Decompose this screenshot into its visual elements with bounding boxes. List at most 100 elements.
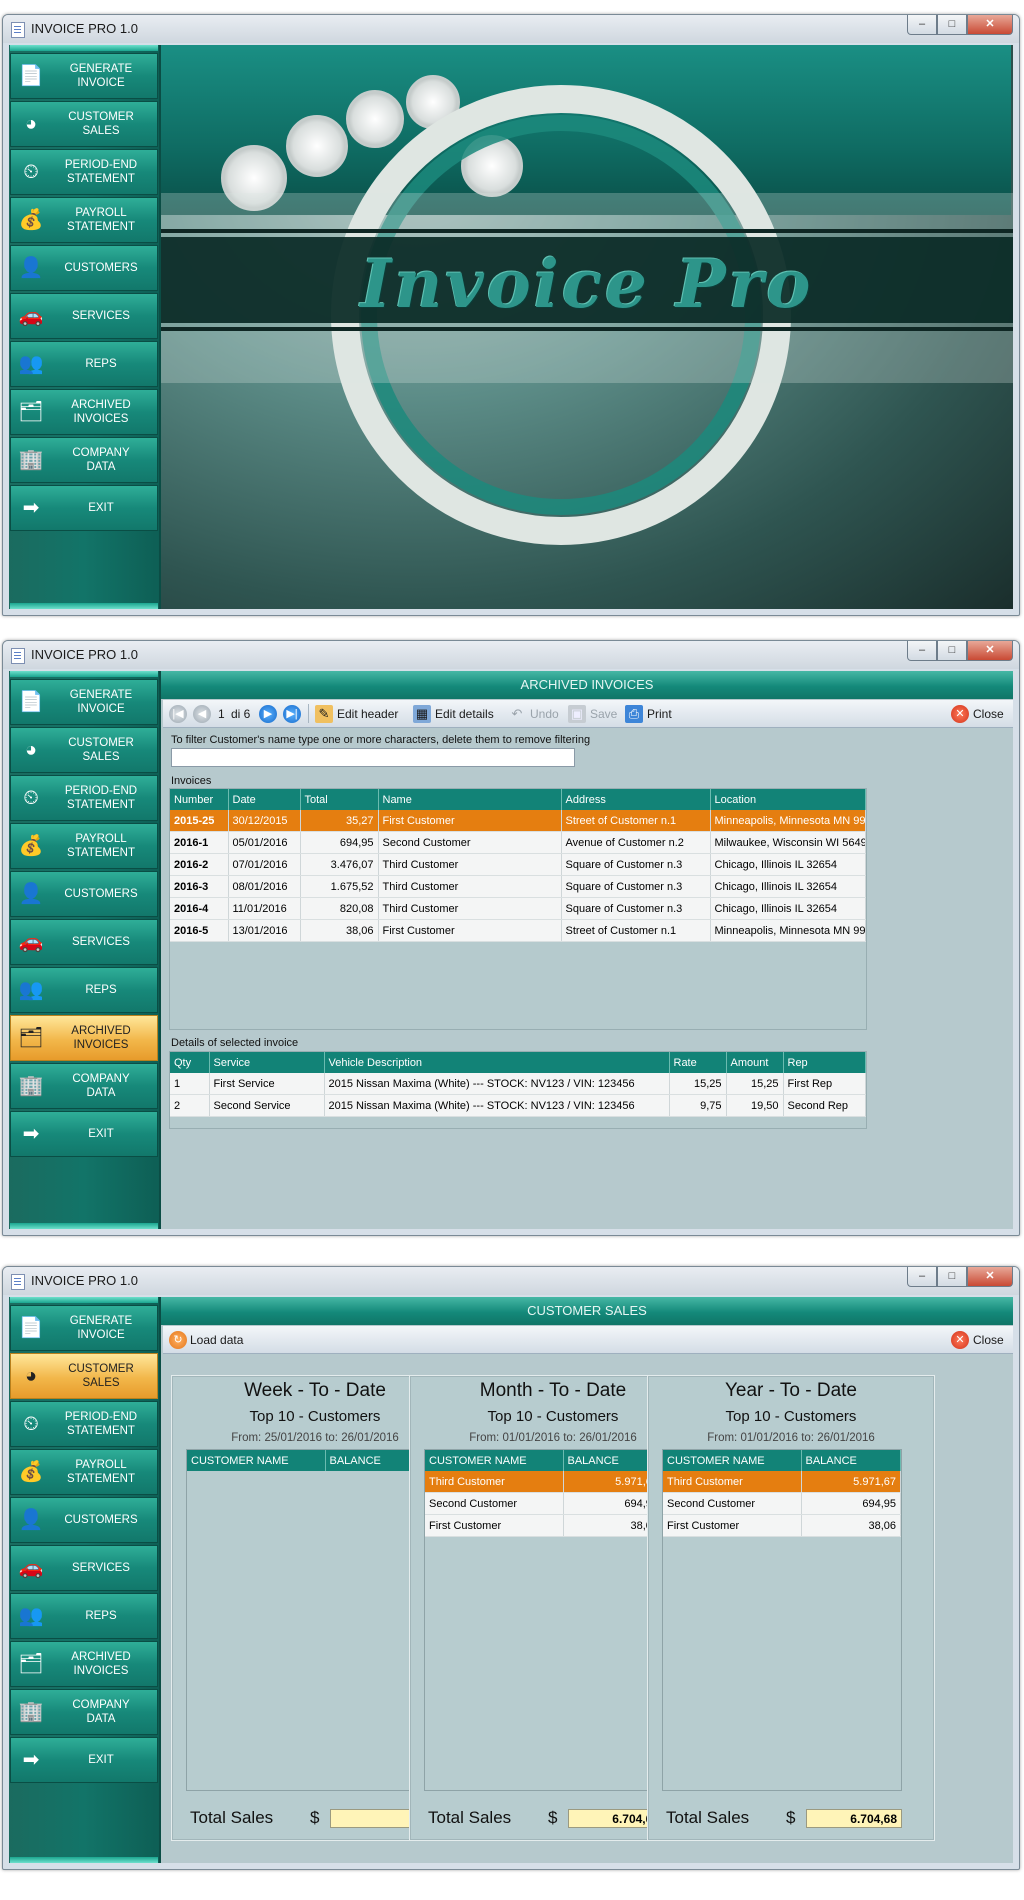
column-header[interactable]: Rate: [669, 1052, 727, 1073]
column-header[interactable]: Location: [710, 789, 866, 810]
to-date: 26/01/2016: [817, 1432, 875, 1444]
sidebar-item-reps[interactable]: 👥 REPS: [10, 1593, 158, 1639]
sidebar-item-period-end-statement[interactable]: ⏲ PERIOD-END STATEMENT: [10, 149, 158, 195]
column-header[interactable]: CUSTOMER NAME: [663, 1450, 802, 1471]
maximize-button[interactable]: □: [937, 15, 967, 35]
minimize-button[interactable]: –: [907, 1267, 937, 1287]
sidebar-item-generate-invoice[interactable]: 📄 GENERATE INVOICE: [10, 1305, 158, 1351]
sidebar-item-reps[interactable]: 👥 REPS: [10, 341, 158, 387]
next-record-icon[interactable]: ▶: [259, 704, 277, 723]
customer-filter-input[interactable]: [171, 748, 575, 767]
sidebar-item-payroll-statement[interactable]: 💰 PAYROLL STATEMENT: [10, 197, 158, 243]
column-header[interactable]: CUSTOMER NAME: [187, 1450, 326, 1471]
cell-location: Milwaukee, Wisconsin WI 56498: [710, 831, 866, 854]
sidebar-item-services[interactable]: 🚗 SERVICES: [10, 919, 158, 965]
column-header[interactable]: Total: [300, 789, 379, 810]
sidebar-item-services[interactable]: 🚗 SERVICES: [10, 1545, 158, 1591]
table-row[interactable]: Third Customer 5.971,67: [663, 1471, 901, 1493]
sidebar-item-payroll-statement[interactable]: 💰 PAYROLL STATEMENT: [10, 823, 158, 869]
sidebar-item-label: GENERATE INVOICE: [69, 63, 133, 89]
sidebar-item-company-data[interactable]: 🏢 COMPANY DATA: [10, 437, 158, 483]
column-header[interactable]: Number: [170, 789, 229, 810]
close-window-button[interactable]: ✕: [967, 641, 1013, 661]
archive-icon: 🗂: [18, 1653, 44, 1675]
logo-band-line: [161, 327, 1013, 331]
window-customer-sales: INVOICE PRO 1.0 – □ ✕ 📄 GENERATE INVOICE ◕…: [2, 1266, 1020, 1870]
sidebar-item-customer-sales[interactable]: ◕ CUSTOMER SALES: [10, 101, 158, 147]
sidebar-item-generate-invoice[interactable]: 📄 GENERATE INVOICE: [10, 679, 158, 725]
undo-button[interactable]: ↶ Undo: [508, 704, 559, 723]
sidebar-item-customers[interactable]: 👤 CUSTOMERS: [10, 245, 158, 291]
sidebar-item-customers[interactable]: 👤 CUSTOMERS: [10, 1497, 158, 1543]
sidebar-item-customer-sales[interactable]: ◕ CUSTOMER SALES: [10, 1353, 158, 1399]
close-view-button[interactable]: ✕ Close: [951, 1330, 1004, 1349]
sidebar-item-period-end-statement[interactable]: ⏲ PERIOD-END STATEMENT: [10, 775, 158, 821]
cell-customer-name: Second Customer: [425, 1492, 564, 1515]
sidebar-item-services[interactable]: 🚗 SERVICES: [10, 293, 158, 339]
table-row[interactable]: Third Customer 5.971,67: [425, 1471, 663, 1493]
table-row[interactable]: 2016-3 08/01/2016 1.675,52 Third Customer Sq…: [170, 875, 866, 898]
sidebar-item-customer-sales[interactable]: ◕ CUSTOMER SALES: [10, 727, 158, 773]
print-button[interactable]: ⎙ Print: [625, 704, 672, 723]
last-record-icon[interactable]: ▶|: [283, 704, 301, 723]
edit-details-button[interactable]: ▦ Edit details: [413, 704, 494, 723]
sidebar-item-company-data[interactable]: 🏢 COMPANY DATA: [10, 1689, 158, 1735]
maximize-button[interactable]: □: [937, 1267, 967, 1287]
archive-icon: 🗂: [18, 1027, 44, 1049]
invoice-icon: 📄: [18, 65, 44, 87]
table-row[interactable]: 2016-4 11/01/2016 820,08 Third Customer Squa…: [170, 897, 866, 920]
sidebar-item-payroll-statement[interactable]: 💰 PAYROLL STATEMENT: [10, 1449, 158, 1495]
table-row[interactable]: 2015-25 30/12/2015 35,27 First Customer Stre…: [170, 810, 866, 832]
title-bar: INVOICE PRO 1.0 – □ ✕: [3, 1267, 1019, 1295]
column-header[interactable]: Date: [228, 789, 301, 810]
maximize-button[interactable]: □: [937, 641, 967, 661]
table-row[interactable]: 1 First Service 2015 Nissan Maxima (White)…: [170, 1073, 866, 1095]
save-button[interactable]: ▣ Save: [568, 704, 617, 723]
minimize-button[interactable]: –: [907, 641, 937, 661]
first-record-icon[interactable]: |◀: [169, 704, 187, 723]
invoices-grid: Number Date Total Name Address Location 2015-…: [169, 788, 867, 1030]
close-view-button[interactable]: ✕ Close: [951, 704, 1004, 723]
sidebar-item-archived-invoices[interactable]: 🗂 ARCHIVED INVOICES: [10, 1015, 158, 1061]
sidebar-item-period-end-statement[interactable]: ⏲ PERIOD-END STATEMENT: [10, 1401, 158, 1447]
load-data-button[interactable]: ↻ Load data: [169, 1330, 243, 1349]
column-header[interactable]: Rep: [783, 1052, 866, 1073]
table-row[interactable]: Second Customer 694,95: [425, 1492, 663, 1515]
column-header[interactable]: Address: [561, 789, 711, 810]
table-row[interactable]: First Customer 38,06: [663, 1514, 901, 1537]
cell-total: 694,95: [300, 831, 379, 854]
close-window-button[interactable]: ✕: [967, 15, 1013, 35]
sidebar-item-customers[interactable]: 👤 CUSTOMERS: [10, 871, 158, 917]
prev-record-icon[interactable]: ◀: [193, 704, 211, 723]
column-header[interactable]: Amount: [726, 1052, 784, 1073]
sidebar-item-company-data[interactable]: 🏢 COMPANY DATA: [10, 1063, 158, 1109]
archived-invoices-view: ARCHIVED INVOICES |◀ ◀ 1 di 6 ▶ ▶| ✎ Edit…: [161, 671, 1013, 1229]
sidebar-item-archived-invoices[interactable]: 🗂 ARCHIVED INVOICES: [10, 1641, 158, 1687]
edit-header-button[interactable]: ✎ Edit header: [315, 704, 398, 723]
clock-icon: ⏲: [23, 1413, 39, 1435]
table-row[interactable]: 2016-1 05/01/2016 694,95 Second Customer Ave…: [170, 831, 866, 854]
table-row[interactable]: Second Customer 694,95: [663, 1492, 901, 1515]
close-window-button[interactable]: ✕: [967, 1267, 1013, 1287]
sidebar-item-label: GENERATE INVOICE: [69, 1315, 133, 1341]
sidebar-item-archived-invoices[interactable]: 🗂 ARCHIVED INVOICES: [10, 389, 158, 435]
sidebar-item-exit[interactable]: ➡ EXIT: [10, 485, 158, 531]
cell-address: Avenue of Customer n.2: [561, 831, 711, 854]
column-header[interactable]: BALANCE: [801, 1450, 901, 1471]
sidebar-item-reps[interactable]: 👥 REPS: [10, 967, 158, 1013]
top-customers-grid: CUSTOMER NAME BALANCE Third Customer 5.971,…: [424, 1449, 664, 1791]
column-header[interactable]: Name: [378, 789, 562, 810]
sidebar-item-generate-invoice[interactable]: 📄 GENERATE INVOICE: [10, 53, 158, 99]
table-row[interactable]: 2 Second Service 2015 Nissan Maxima (White…: [170, 1094, 866, 1117]
sidebar-item-exit[interactable]: ➡ EXIT: [10, 1737, 158, 1783]
table-row[interactable]: 2016-5 13/01/2016 38,06 First Customer Stree…: [170, 919, 866, 942]
sidebar-item-exit[interactable]: ➡ EXIT: [10, 1111, 158, 1157]
column-header[interactable]: Qty: [170, 1052, 210, 1073]
table-row[interactable]: 2016-2 07/01/2016 3.476,07 Third Customer Sq…: [170, 853, 866, 876]
table-row[interactable]: First Customer 38,06: [425, 1514, 663, 1537]
minimize-button[interactable]: –: [907, 15, 937, 35]
column-header[interactable]: Vehicle Description: [324, 1052, 670, 1073]
cell-vehicle: 2015 Nissan Maxima (White) --- STOCK: NV…: [324, 1073, 670, 1095]
column-header[interactable]: Service: [209, 1052, 325, 1073]
column-header[interactable]: CUSTOMER NAME: [425, 1450, 564, 1471]
